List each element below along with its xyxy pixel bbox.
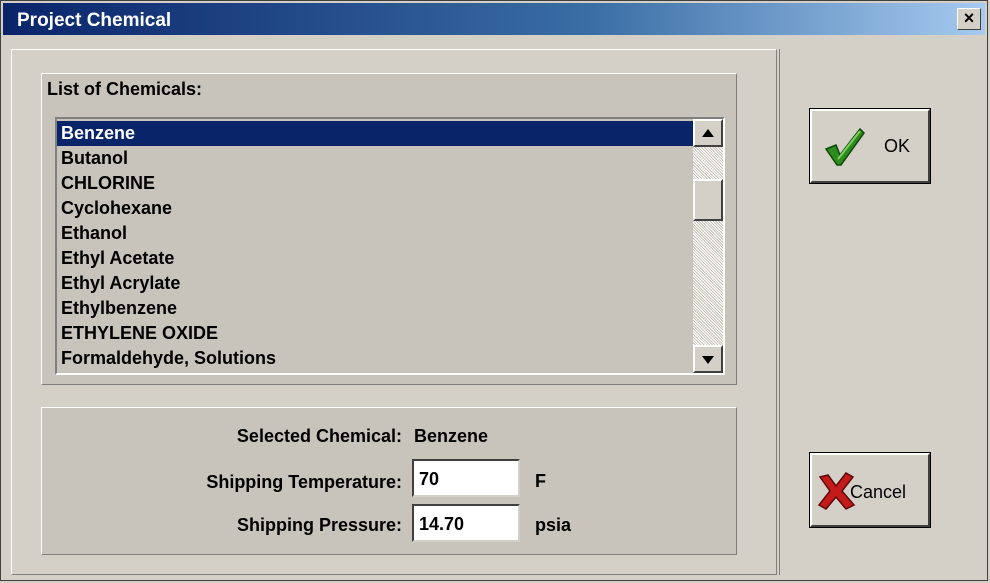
window-title: Project Chemical (17, 10, 172, 31)
list-item-ethyl-acrylate[interactable]: Ethyl Acrylate (57, 271, 695, 296)
shipping-temperature-label: Shipping Temperature: (206, 472, 402, 492)
cancel-label: Cancel (850, 482, 907, 502)
list-item-ethylbenzene[interactable]: Ethylbenzene (57, 296, 695, 321)
list-scrollbar[interactable] (693, 119, 723, 373)
chemical-listbox[interactable]: Benzene Butanol CHLORINE Cyclohexane Eth… (55, 117, 725, 375)
shipping-temperature-field[interactable] (412, 459, 520, 497)
checkmark-icon (824, 127, 865, 166)
pressure-unit: psia (535, 515, 572, 535)
chemical-details-group: Selected Chemical: Benzene Shipping Temp… (41, 407, 737, 555)
ok-label: OK (884, 136, 911, 156)
selected-chemical-value: Benzene (414, 426, 489, 446)
chemical-list-items: Benzene Butanol CHLORINE Cyclohexane Eth… (57, 121, 695, 371)
close-button[interactable]: × (957, 8, 981, 30)
chemical-list-group: List of Chemicals: Benzene Butanol CHLOR… (41, 73, 737, 385)
close-icon: × (963, 8, 975, 28)
shipping-pressure-field[interactable] (412, 504, 520, 542)
scroll-thumb[interactable] (693, 179, 723, 221)
list-item-cyclohexane[interactable]: Cyclohexane (57, 196, 695, 221)
project-chemical-dialog: Project Chemical × List of Chemicals: Be… (0, 0, 988, 581)
list-item-chlorine[interactable]: CHLORINE (57, 171, 695, 196)
cancel-button[interactable]: Cancel (809, 452, 931, 528)
temperature-unit: F (535, 471, 546, 491)
ok-button[interactable]: OK (809, 108, 931, 184)
chemical-list-label: List of Chemicals: (47, 79, 203, 99)
list-item-ethanol[interactable]: Ethanol (57, 221, 695, 246)
title-bar[interactable]: Project Chemical × (3, 3, 985, 35)
arrow-down-icon (702, 356, 714, 364)
scroll-down-button[interactable] (693, 345, 723, 373)
selected-chemical-label: Selected Chemical: (236, 426, 402, 446)
list-item-formaldehyde[interactable]: Formaldehyde, Solutions (57, 346, 695, 371)
arrow-up-icon (702, 129, 714, 137)
list-item-butanol[interactable]: Butanol (57, 146, 695, 171)
list-item-ethylene-oxide[interactable]: ETHYLENE OXIDE (57, 321, 695, 346)
scroll-up-button[interactable] (693, 119, 723, 147)
list-item-ethyl-acetate[interactable]: Ethyl Acetate (57, 246, 695, 271)
shipping-pressure-label: Shipping Pressure: (236, 515, 402, 535)
list-item-benzene[interactable]: Benzene (57, 121, 695, 146)
